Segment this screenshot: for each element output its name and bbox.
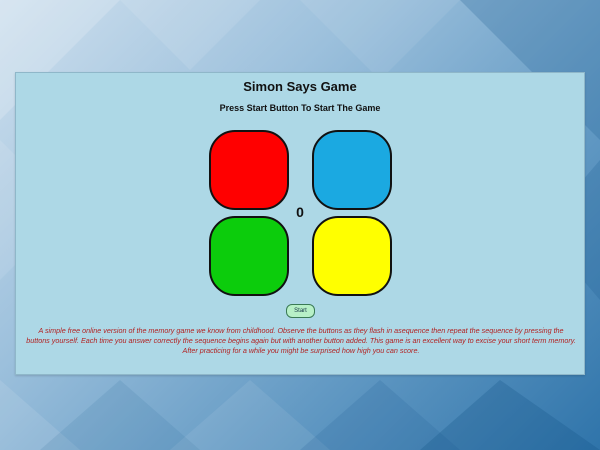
game-title: Simon Says Game: [243, 79, 357, 94]
simon-button-blue[interactable]: [312, 130, 392, 210]
simon-button-red[interactable]: [209, 130, 289, 210]
score-display: 0: [296, 204, 304, 220]
start-button[interactable]: Start: [286, 304, 315, 318]
game-panel: Simon Says Game Press Start Button To St…: [15, 72, 585, 375]
simon-button-yellow[interactable]: [312, 216, 392, 296]
game-description: A simple free online version of the memo…: [26, 326, 576, 355]
simon-button-green[interactable]: [209, 216, 289, 296]
game-instruction: Press Start Button To Start The Game: [219, 103, 381, 113]
